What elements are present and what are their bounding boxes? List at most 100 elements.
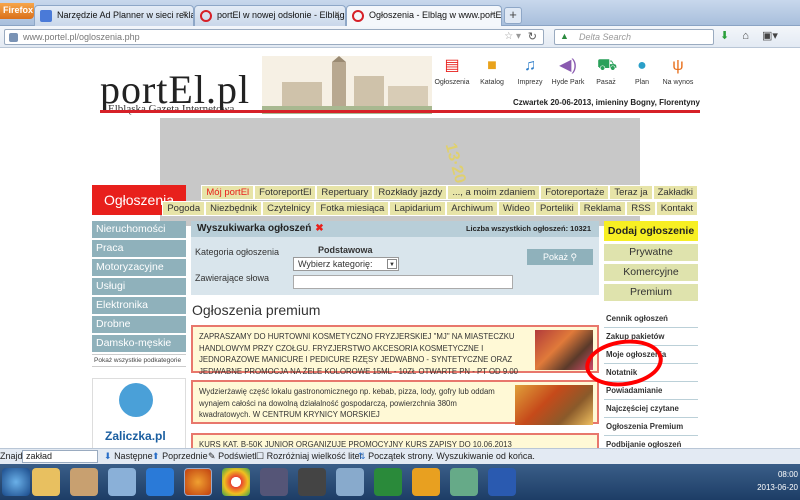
word-icon[interactable] <box>488 468 516 496</box>
close-icon[interactable]: × <box>182 9 188 20</box>
music-note-icon: ♫ <box>524 57 536 74</box>
tab-portel-nowa[interactable]: portEl w nowej odsłonie - Elbląg w w... … <box>194 5 346 26</box>
menu-item[interactable]: Lapidarium <box>389 201 447 216</box>
app-icon[interactable] <box>412 468 440 496</box>
type-private-button[interactable]: Prywatne <box>604 244 698 261</box>
home-icon[interactable]: ⌂ <box>742 30 749 42</box>
fork-knife-icon: ψ <box>672 57 684 74</box>
nav-pasaz[interactable]: ⛟ Pasaż <box>586 56 626 86</box>
network-icon[interactable] <box>260 468 288 496</box>
sidebar-link[interactable]: Podbijanie ogłoszeń <box>604 436 698 448</box>
menu-item[interactable]: Pogoda <box>162 201 206 216</box>
nav-katalog[interactable]: ■ Katalog <box>472 56 512 86</box>
start-button-icon[interactable] <box>2 468 30 496</box>
archive-icon[interactable] <box>70 468 98 496</box>
menu-item[interactable]: Zakładki <box>652 185 698 200</box>
nav-ogloszenia[interactable]: ▤ Ogłoszenia <box>432 56 472 86</box>
reload-icon[interactable]: ↻ <box>528 30 537 43</box>
app-icon[interactable] <box>374 468 402 496</box>
download-icon[interactable]: ⬇ <box>720 29 729 42</box>
find-prev-button[interactable]: ⬆ Poprzednie <box>152 451 208 462</box>
menu-item[interactable]: Archiwum <box>446 201 498 216</box>
close-icon[interactable]: ✖ <box>315 223 323 234</box>
tab-label: Narzędzie Ad Planner w sieci reklamo... <box>57 10 194 20</box>
menu-item[interactable]: ..., a moim zdaniem <box>447 185 541 200</box>
speaker-icon: ◀) <box>559 57 577 74</box>
menu-item[interactable]: FotoreportEl <box>254 185 317 200</box>
chrome-icon[interactable] <box>222 468 250 496</box>
nav-label: Katalog <box>480 79 504 86</box>
menu-item[interactable]: Mój portEl <box>201 185 255 200</box>
highlight-button[interactable]: ✎ Podświetl <box>208 451 257 462</box>
close-icon[interactable]: × <box>334 9 340 20</box>
category-item[interactable]: Elektronika <box>92 297 186 314</box>
keywords-input[interactable] <box>293 275 513 289</box>
nav-hyde-park[interactable]: ◀) Hyde Park <box>548 56 588 86</box>
nav-imprezy[interactable]: ♫ Imprezy <box>510 56 550 86</box>
premium-ad[interactable]: ZAPRASZAMY DO HURTOWNI KOSMETYCZNO FRYZJ… <box>191 325 599 376</box>
url-bar[interactable]: www.portel.pl/ogloszenia.php ☆ ▾ ↻ <box>4 29 544 45</box>
firefox-menu-button[interactable]: Firefox <box>0 3 34 19</box>
premium-ad[interactable]: Wydzierżawię część lokalu gastronomiczne… <box>191 380 599 425</box>
find-input[interactable]: zakład <box>22 450 98 463</box>
nav-na-wynos[interactable]: ψ Na wynos <box>658 56 698 86</box>
portel-icon <box>352 10 364 22</box>
menu-item[interactable]: Teraz ja <box>609 185 653 200</box>
ad-text: Wydzierżawię część lokalu gastronomiczne… <box>199 387 495 419</box>
close-icon[interactable]: × <box>490 9 496 20</box>
category-item[interactable]: Nieruchomości <box>92 221 186 238</box>
sidebar-link[interactable]: Ogłoszenia Premium <box>604 418 698 436</box>
category-item[interactable]: Praca <box>92 240 186 257</box>
tab-ogloszenia[interactable]: Ogłoszenia - Elbląg w www.portEl.pl × <box>346 5 502 26</box>
mail-icon[interactable] <box>108 468 136 496</box>
menu-item[interactable]: Niezbędnik <box>205 201 263 216</box>
add-ad-button[interactable]: Dodaj ogłoszenie <box>604 221 698 241</box>
menu-item[interactable]: Czytelnicy <box>262 201 316 216</box>
menu-item[interactable]: Porteliki <box>534 201 579 216</box>
menu-item[interactable]: Fotka miesiąca <box>315 201 390 216</box>
bookmark-star-icon[interactable]: ☆ ▾ <box>504 31 521 42</box>
category-select[interactable]: Wybierz kategorię: ▼ <box>293 257 399 271</box>
site-identity-icon <box>9 33 18 42</box>
nav-label: Ogłoszenia <box>434 79 470 86</box>
system-clock: 08:00 2013-06-20 <box>757 468 798 494</box>
menu-item[interactable]: Fotoreportaże <box>540 185 610 200</box>
category-item[interactable]: Motoryzacyjne <box>92 259 186 276</box>
type-commercial-button[interactable]: Komercyjne <box>604 264 698 281</box>
calculator-icon[interactable] <box>450 468 478 496</box>
menu-icon[interactable]: ▣▾ <box>762 29 778 42</box>
category-item[interactable]: Drobne <box>92 316 186 333</box>
app-icon[interactable] <box>336 468 364 496</box>
folder-icon[interactable] <box>32 468 60 496</box>
sidebar-link[interactable]: Najczęściej czytane <box>604 400 698 418</box>
menu-item[interactable]: Kontakt <box>655 201 698 216</box>
highlight-label: Podświetl <box>218 451 257 461</box>
find-next-button[interactable]: ⬇ Następne <box>104 451 153 462</box>
menu-item[interactable]: RSS <box>626 201 656 216</box>
new-tab-button[interactable]: + <box>504 7 522 24</box>
app-icon[interactable] <box>298 468 326 496</box>
menu-item[interactable]: Reklama <box>578 201 627 216</box>
firefox-icon[interactable] <box>184 468 212 496</box>
sidebar-link[interactable]: Cennik ogłoszeń <box>604 310 698 328</box>
find-status-text: Początek strony. Wyszukiwanie od końca. <box>368 451 535 461</box>
type-premium-button[interactable]: Premium <box>604 284 698 301</box>
premium-ad[interactable]: KURS KAT. B-50K JUNIOR ORGANIZUJE PROMOC… <box>191 433 599 448</box>
menu-item[interactable]: Wideo <box>498 201 535 216</box>
nav-plan[interactable]: ● Plan <box>622 56 662 86</box>
internet-explorer-icon[interactable] <box>146 468 174 496</box>
category-item[interactable]: Usługi <box>92 278 186 295</box>
category-item[interactable]: Damsko-męskie <box>92 335 186 352</box>
tab-ad-planner[interactable]: Narzędzie Ad Planner w sieci reklamo... … <box>34 5 194 26</box>
right-sidebar: Dodaj ogłoszenie Prywatne Komercyjne Pre… <box>604 221 698 304</box>
menu-item[interactable]: Rozkłady jazdy <box>373 185 448 200</box>
zaliczka-promo[interactable]: Zaliczka.pl <box>92 378 186 448</box>
promo-text: Zaliczka.pl <box>105 429 166 443</box>
search-input[interactable]: ▲ Delta Search <box>554 29 714 45</box>
show-button[interactable]: Pokaż ⚲ <box>527 249 593 265</box>
menu-item[interactable]: Repertuary <box>316 185 374 200</box>
page-content: portEl.pl Elbląska Gazeta Internetowa ▤ O… <box>0 48 800 448</box>
nav-label: Imprezy <box>517 79 543 86</box>
match-case-checkbox[interactable]: ☐ Rozróżniaj wielkość liter <box>256 451 363 462</box>
show-all-subcategories-link[interactable]: Pokaż wszystkie podkategorie <box>92 354 186 367</box>
